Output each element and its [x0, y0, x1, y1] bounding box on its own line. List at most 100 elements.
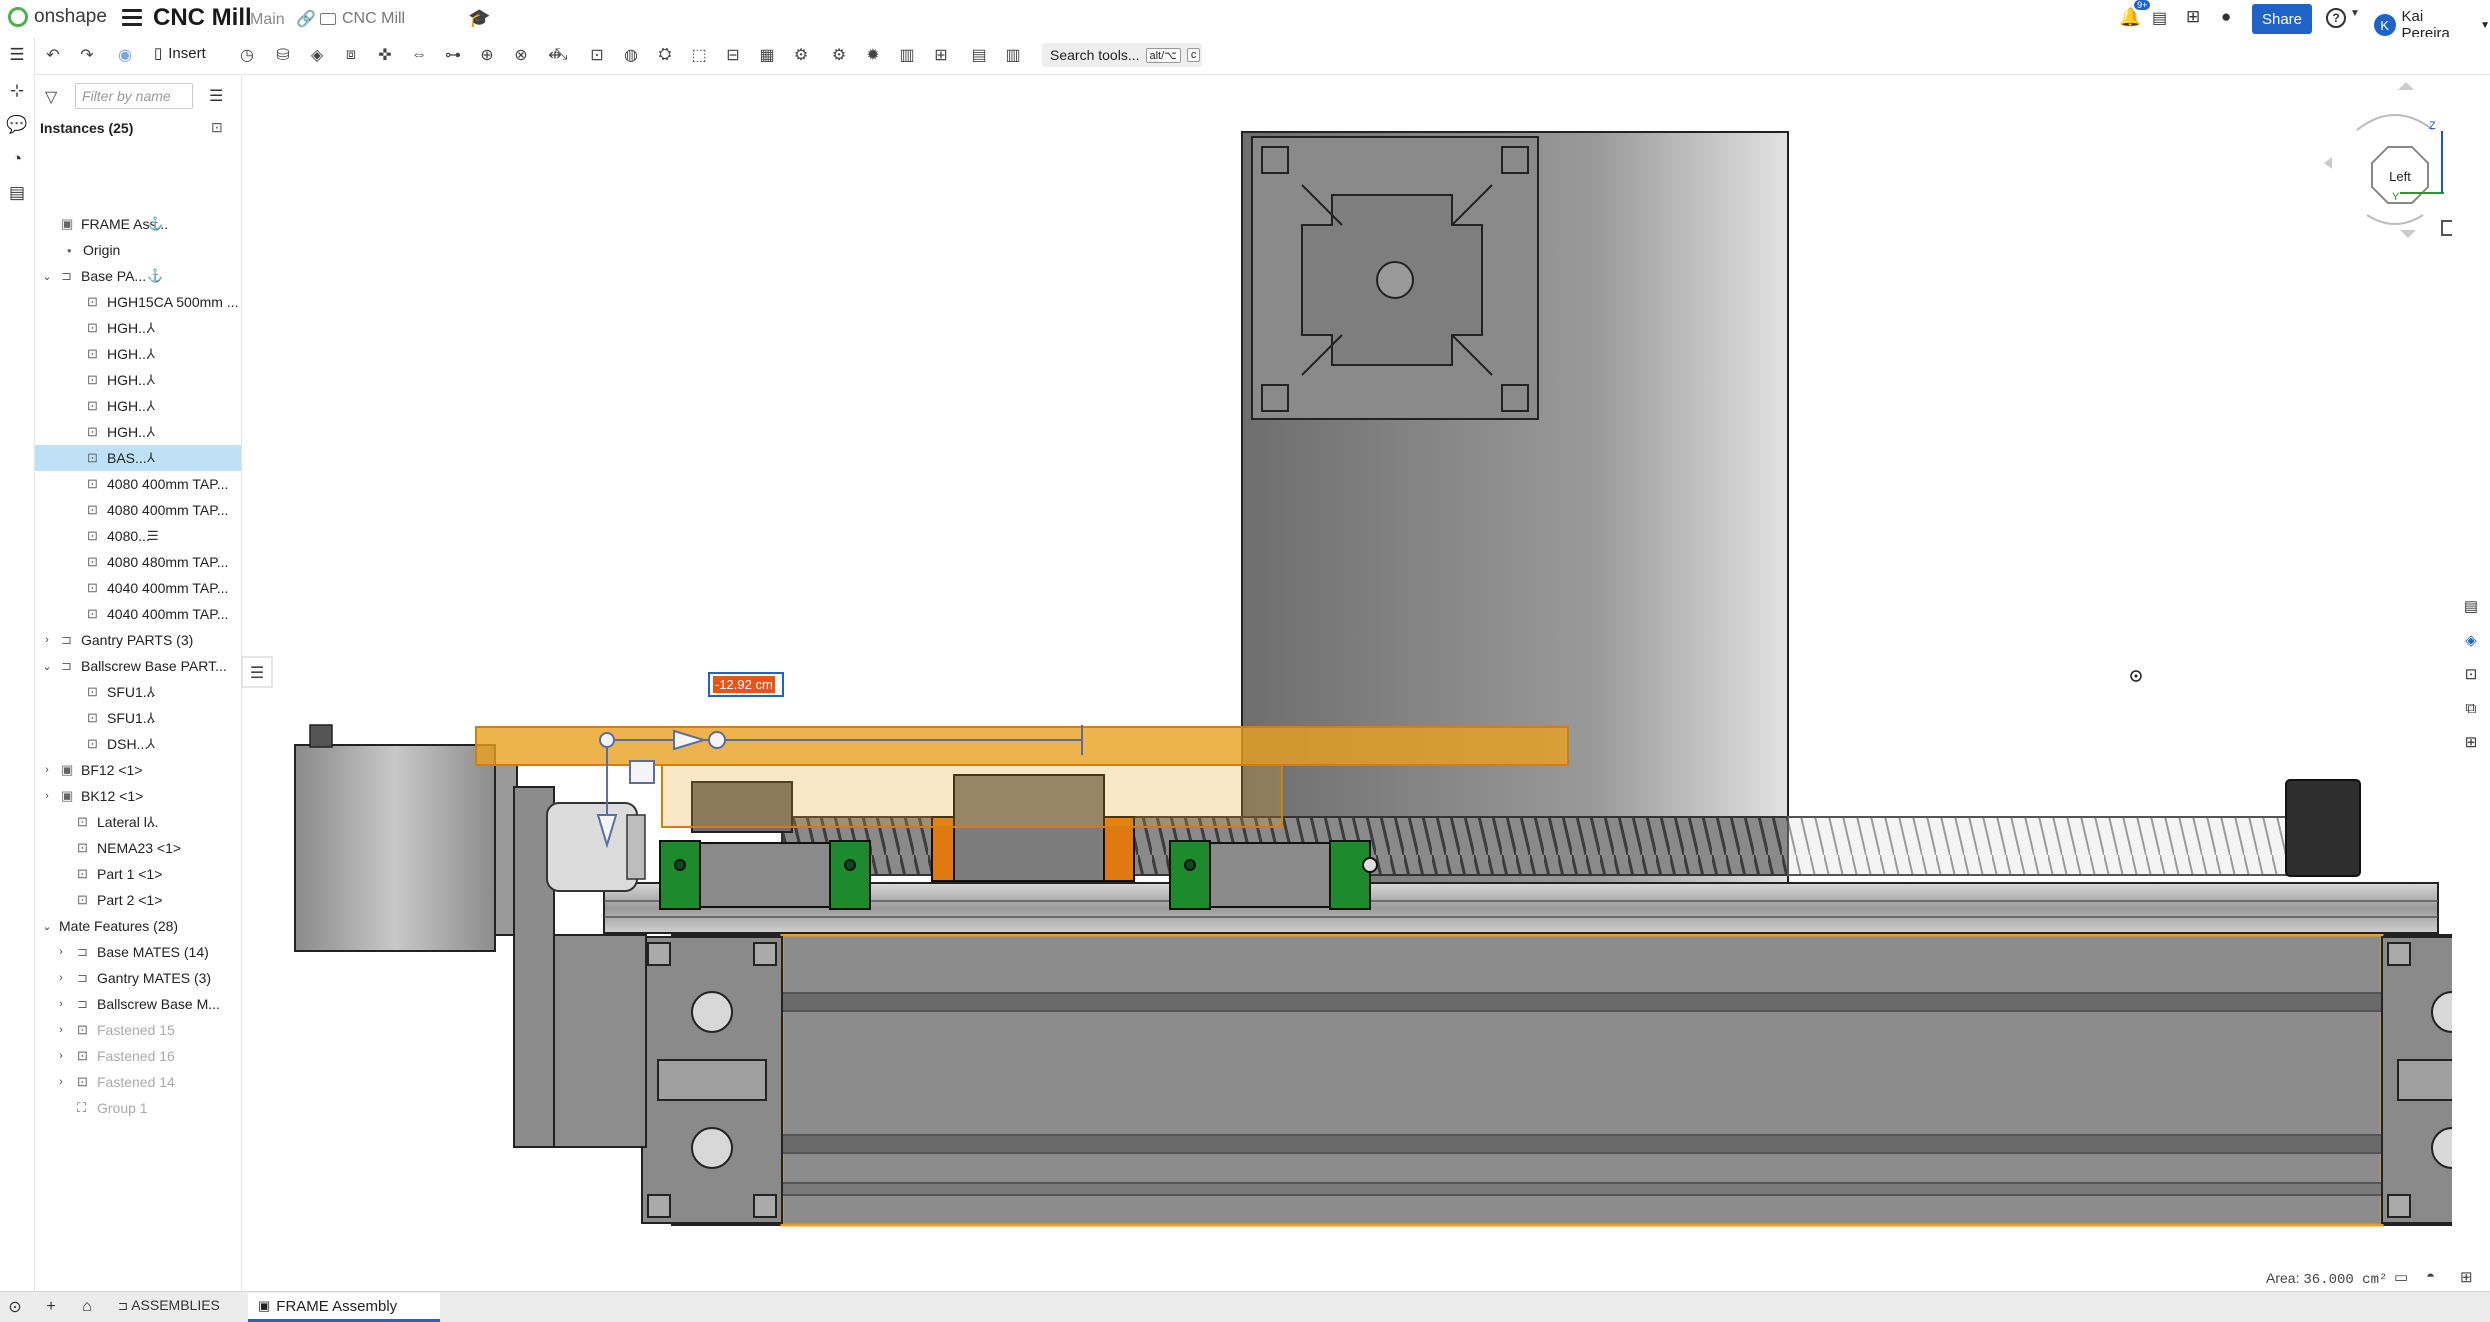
add-tab-icon[interactable]: +: [40, 1297, 62, 1317]
linear-relation-icon[interactable]: ▦: [756, 45, 778, 65]
tree-row[interactable]: ⊡ Part 1 <1>: [35, 861, 241, 887]
planar-mate-icon[interactable]: ⊶: [442, 45, 464, 65]
chevron-right-icon[interactable]: ›: [55, 972, 67, 984]
tree-row[interactable]: ⊡ 4040 400mm TAP...: [35, 601, 241, 627]
redo-icon[interactable]: ↷: [76, 45, 98, 65]
named-positions-icon[interactable]: ⊞: [2460, 731, 2482, 753]
tree-row[interactable]: › ⊡ Fastened 16: [35, 1043, 241, 1069]
exploded-views-icon[interactable]: ⧉: [2460, 697, 2482, 719]
tree-row[interactable]: › ⊡ Fastened 14: [35, 1069, 241, 1095]
rack-pinion-icon[interactable]: ⬚: [688, 45, 710, 65]
chevron-right-icon[interactable]: ›: [55, 1024, 67, 1036]
tree-row[interactable]: ⊡ DSH... ⅄: [35, 731, 241, 757]
mate-list-toggle[interactable]: ☰: [242, 656, 273, 688]
home-icon[interactable]: ⌂: [76, 1297, 98, 1317]
view-options-icon[interactable]: [2441, 220, 2452, 236]
tree-row[interactable]: ⊡ SFU1... ⅄: [35, 679, 241, 705]
slider-mate-icon[interactable]: ⇔: [408, 45, 430, 65]
motion-icon[interactable]: ⚙: [790, 45, 812, 65]
group-icon[interactable]: ◈: [306, 45, 328, 65]
chevron-right-icon[interactable]: ›: [55, 946, 67, 958]
share-button[interactable]: Share: [2252, 4, 2312, 34]
assemblies-folder-tab[interactable]: ⊐ ASSEMBLIES: [118, 1297, 220, 1313]
chevron-right-icon[interactable]: ›: [55, 998, 67, 1010]
measure-icon[interactable]: ▥: [896, 45, 918, 65]
tree-row[interactable]: ⌄ ⊐ Base PA... ⚓: [35, 263, 241, 289]
chevron-down-icon[interactable]: ⌄: [41, 270, 53, 283]
chevron-right-icon[interactable]: ›: [41, 790, 53, 802]
cylindrical-mate-icon[interactable]: ⊕: [476, 45, 498, 65]
tree-row[interactable]: ⊡ 4040 400mm TAP...: [35, 575, 241, 601]
tree-row[interactable]: ⊡ SFU1... ⅄: [35, 705, 241, 731]
configuration-icon[interactable]: ◉: [114, 45, 136, 65]
pin-slot-mate-icon[interactable]: ⊗: [510, 45, 532, 65]
section-view-icon[interactable]: ⊞: [930, 45, 952, 65]
tree-row[interactable]: ⊡ HGH... ⅄: [35, 315, 241, 341]
learning-icon[interactable]: ●: [2221, 7, 2231, 27]
gear-relation-icon[interactable]: ⛭: [654, 45, 676, 65]
chevron-down-icon[interactable]: ⌄: [41, 660, 53, 673]
tree-row[interactable]: ⊡ NEMA23 <1>: [35, 835, 241, 861]
list-view-icon[interactable]: ☰: [209, 86, 223, 106]
tree-row[interactable]: ⊡ 4080... ☰: [35, 523, 241, 549]
filter-input[interactable]: Filter by name: [75, 83, 193, 109]
appearance-icon[interactable]: ◈: [2460, 629, 2482, 651]
tree-row[interactable]: • Origin: [35, 237, 241, 263]
view-cube[interactable]: [2324, 82, 2452, 238]
tree-row[interactable]: ⊡ 4080 400mm TAP...: [35, 471, 241, 497]
chevron-right-icon[interactable]: ›: [41, 764, 53, 776]
tree-row[interactable]: ⊡ HGH... ⅄: [35, 367, 241, 393]
settings-icon[interactable]: ⚙: [828, 45, 850, 65]
onshape-logo[interactable]: onshape: [8, 6, 107, 28]
tree-row[interactable]: › ⊐ Gantry PARTS (3): [35, 627, 241, 653]
chevron-down-icon[interactable]: ⌄: [41, 920, 53, 933]
tree-row[interactable]: ⊡ HGH... ⅄: [35, 341, 241, 367]
tree-row[interactable]: ⊡ Part 2 <1>: [35, 887, 241, 913]
menu-icon[interactable]: [122, 9, 142, 27]
selection-filter-icon[interactable]: ◓: [2426, 1268, 2435, 1285]
versions-icon[interactable]: ▤: [2152, 8, 2167, 28]
tree-row[interactable]: ⊡ BAS... ⅄: [35, 445, 241, 471]
new-folder-icon[interactable]: ⊡: [211, 119, 223, 136]
chevron-right-icon[interactable]: ›: [41, 634, 53, 646]
tree-row[interactable]: › ▣ BF12 <1>: [35, 757, 241, 783]
document-title[interactable]: CNC Mill: [153, 4, 252, 32]
filter-icon[interactable]: ▽: [45, 87, 57, 107]
tree-row[interactable]: › ⊐ Gantry MATES (3): [35, 965, 241, 991]
mate-tree-icon[interactable]: ⊹: [7, 81, 27, 101]
measure-type-icon[interactable]: ▭: [2394, 1268, 2408, 1286]
expand-icon[interactable]: ⊞: [2460, 1268, 2473, 1286]
tree-row[interactable]: › ⊡ Fastened 15: [35, 1017, 241, 1043]
comments-icon[interactable]: 💬: [6, 115, 27, 135]
properties-icon[interactable]: ▤: [2460, 595, 2482, 617]
chevron-right-icon[interactable]: ›: [55, 1050, 67, 1062]
app-store-icon[interactable]: ⊞: [2186, 7, 2200, 27]
chevron-right-icon[interactable]: ›: [55, 1076, 67, 1088]
search-tabs-icon[interactable]: ⊙: [4, 1297, 26, 1317]
feature-list-icon[interactable]: ☰: [7, 45, 27, 65]
named-views-icon[interactable]: ▥: [1002, 45, 1024, 65]
tree-row[interactable]: ⛶ Group 1: [35, 1095, 241, 1121]
mate-connector-icon[interactable]: ◍: [620, 45, 642, 65]
workspace-branch[interactable]: Main: [250, 11, 285, 29]
notifications-icon[interactable]: 🔔 9+: [2119, 0, 2151, 28]
tree-row[interactable]: › ⊐ Ballscrew Base M...: [35, 991, 241, 1017]
mass-properties-icon[interactable]: ⊡: [2460, 663, 2482, 685]
bill-of-materials-icon[interactable]: ▤: [7, 183, 27, 203]
tree-row[interactable]: › ⊐ Base MATES (14): [35, 939, 241, 965]
history-icon[interactable]: ◔: [7, 149, 27, 169]
tree-row[interactable]: ⊡ HGH... ⅄: [35, 419, 241, 445]
search-tools-button[interactable]: Search tools... alt/⌥ c: [1042, 43, 1202, 67]
screw-relation-icon[interactable]: ⊟: [722, 45, 744, 65]
dimension-input[interactable]: -12.92 cm: [708, 672, 784, 697]
undo-icon[interactable]: ↶: [42, 45, 64, 65]
fastened-mate-icon[interactable]: ⧈: [340, 45, 362, 65]
learning-center-icon[interactable]: 🎓: [468, 8, 490, 29]
replicate-icon[interactable]: ◷: [236, 45, 258, 65]
tree-row[interactable]: › ▣ BK12 <1>: [35, 783, 241, 809]
link-icon[interactable]: 🔗: [296, 9, 316, 29]
tree-row[interactable]: ⊡ HGH... ⅄: [35, 393, 241, 419]
graphics-viewport[interactable]: Left Z Y ☰ -12.92 cm: [242, 75, 2452, 1291]
help-menu[interactable]: ? ▼: [2326, 8, 2360, 28]
tree-row[interactable]: ⊡ Lateral l... ⅄: [35, 809, 241, 835]
